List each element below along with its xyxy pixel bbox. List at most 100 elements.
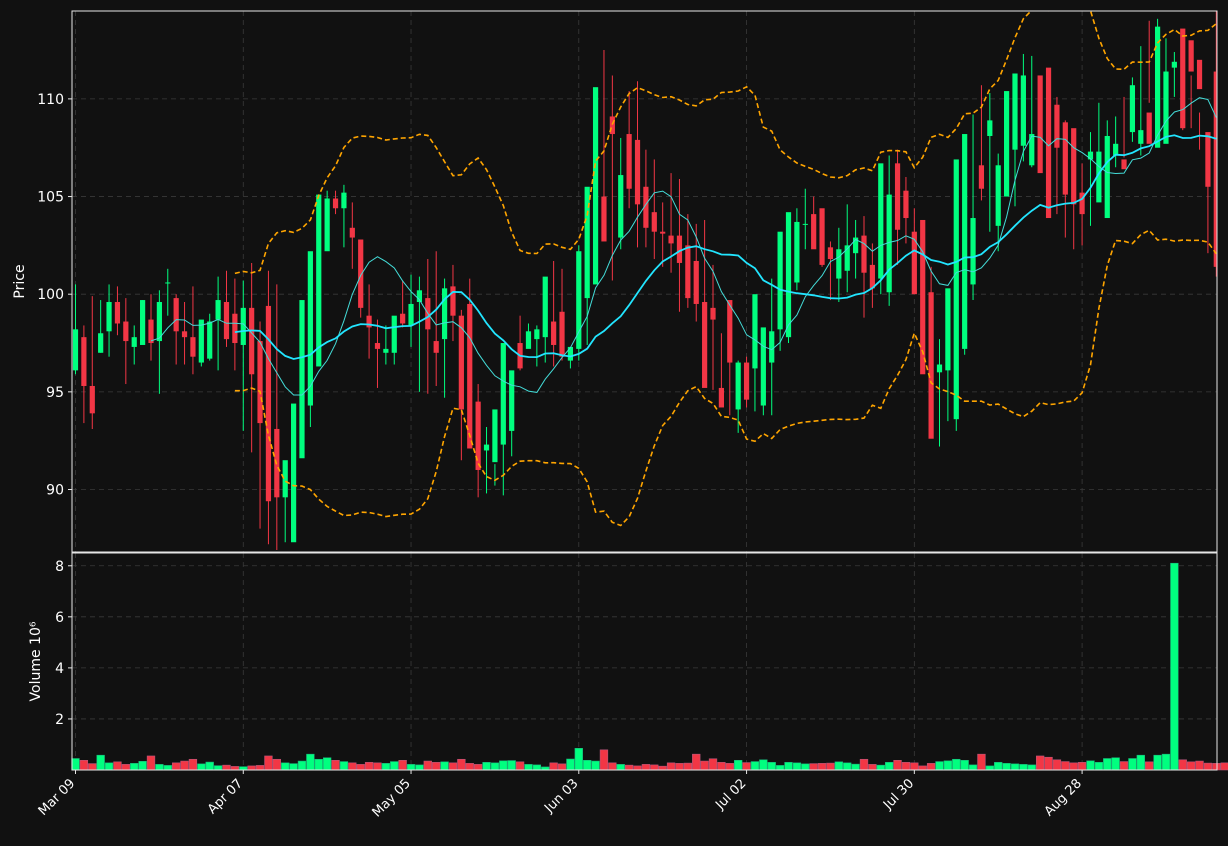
candle-body [1138,130,1144,144]
volume-bar [817,763,827,771]
candle-body [718,387,724,408]
volume-bar [381,763,391,771]
volume-bar [1170,562,1179,771]
volume-bar [801,763,810,771]
candle-body [441,288,448,340]
candle-body [819,208,825,265]
candle-body [1121,159,1127,170]
volume-bar [440,761,449,771]
volume-bar [633,765,642,771]
volume-bar [205,761,214,771]
volume-bar [725,763,734,771]
volume-bar [507,760,516,771]
candle-body [785,212,792,338]
volume-bar [1212,763,1221,771]
volume-bar [322,757,332,771]
candle-body [878,163,884,279]
volume-bar [734,759,743,771]
candle-body [811,214,817,250]
candle-body [332,198,339,209]
candle-body [601,196,607,242]
volume-bar [348,762,357,771]
volume-bar [893,759,902,771]
volume-bar [876,764,885,771]
volume-bar [834,761,843,771]
volume-bar [297,760,307,771]
candle-body [509,370,515,431]
volume-bar [624,764,634,771]
volume-bar [549,762,558,771]
volume-bar [532,764,542,771]
candle-body [894,163,901,230]
volume-y-tick-label: 2 [55,712,64,728]
candle-body [1071,128,1077,205]
volume-bar [146,755,156,771]
volume-bar [432,762,441,771]
volume-axis-label: Volume 10⁶ [28,621,44,701]
volume-bar [792,762,802,771]
volume-bar [96,754,105,771]
volume-bar [750,761,760,771]
chart-canvas: Mar 09 Apr 07 May 05 Jun 03 Jul 02 Jul 30 Aug … [0,0,1228,842]
volume-bar [1035,755,1045,771]
candle-body [148,319,154,344]
volume-bar [826,762,835,771]
volume-bar [1094,762,1104,771]
candle-body [1045,67,1052,219]
candle-body [324,198,330,252]
volume-bar [247,765,256,771]
candle-body [676,235,683,263]
volume-bar [910,762,919,771]
volume-bar [683,762,693,771]
volume-bar [692,753,701,771]
volume-bar [700,760,709,771]
volume-bar [658,765,667,771]
volume-bar [1145,761,1154,771]
candle-body [1180,28,1186,129]
volume-bar [717,762,726,771]
candle-body [114,302,121,324]
candle-body [98,333,104,353]
candle-body [1163,71,1169,144]
volume-bar [641,764,651,771]
volume-bar [1077,762,1087,771]
volume-bar [473,764,483,771]
volume-bar [104,762,114,771]
candle-body [1113,143,1119,156]
candle-body [173,298,179,332]
candle-body [978,165,985,189]
volume-bar [423,760,432,771]
candle-body [735,362,741,410]
volume-bar [994,762,1003,771]
candle-body [592,87,599,285]
volume-bar [784,762,793,771]
candle-body [1205,132,1211,187]
candle-body [1146,112,1152,144]
volume-bar [1111,757,1120,771]
candle-body [618,175,624,238]
candle-body [551,321,557,345]
volume-bar [926,763,936,771]
candle-body [685,245,691,299]
candle-body [1129,85,1136,133]
candle-body [651,212,657,232]
volume-bar [851,763,860,771]
volume-bar [314,758,323,771]
volume-bar [1195,760,1204,771]
candle-body [987,120,993,136]
candle-body [534,329,540,340]
volume-bar [885,762,894,771]
volume-bar [583,759,592,771]
volume-bar [767,762,776,771]
volume-bar [163,765,172,771]
volume-bar [373,762,382,771]
volume-bar [524,764,533,771]
candle-body [1188,40,1194,72]
volume-bar [180,760,189,771]
volume-bar [599,749,609,771]
volume-bar [1186,761,1196,771]
volume-bar [574,747,583,771]
candle-body [1012,73,1018,150]
candle-body [408,303,414,326]
candle-body [140,300,146,345]
